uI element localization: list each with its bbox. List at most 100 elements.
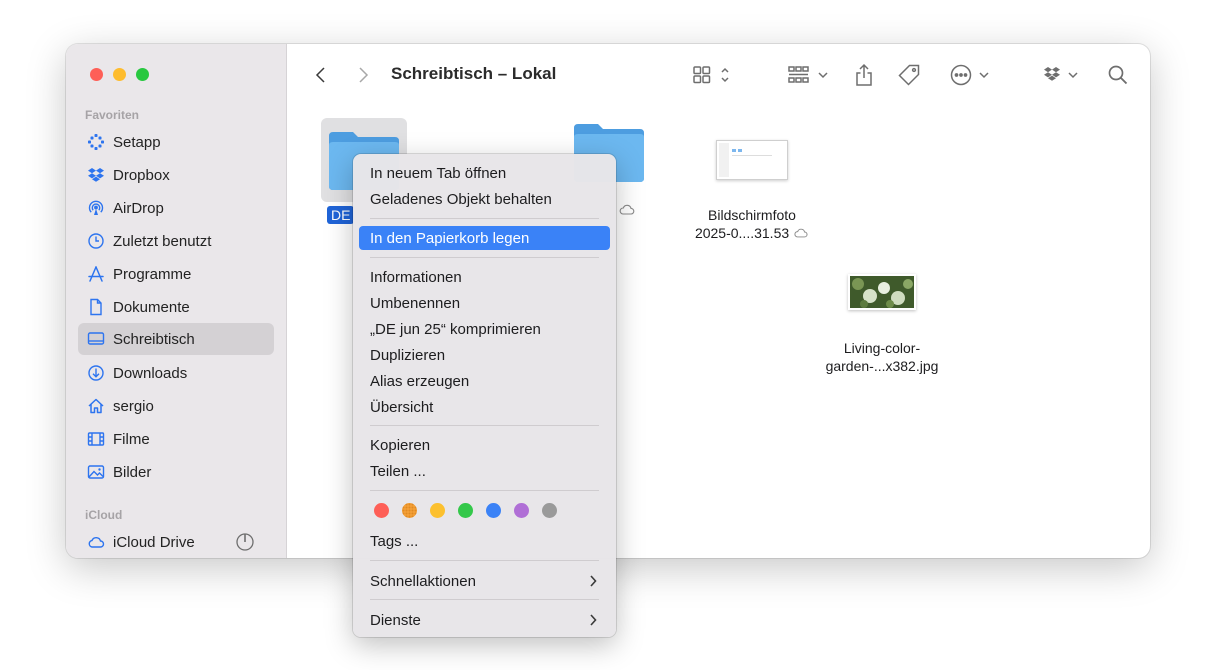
file-name-selected[interactable]: DE	[327, 206, 355, 224]
cloud-icon	[85, 531, 107, 553]
forward-icon	[359, 67, 369, 83]
group-icon	[788, 66, 828, 83]
tag-button[interactable]	[896, 62, 922, 88]
sidebar-item-label: Schreibtisch	[113, 330, 195, 348]
sidebar-item-downloads[interactable]: Downloads	[78, 357, 274, 389]
menu-separator	[370, 599, 599, 600]
tag-icon	[898, 64, 920, 86]
tag-green[interactable]	[458, 503, 473, 518]
file-label-screenshot[interactable]: Bildschirmfoto 2025-0....31.53	[674, 206, 830, 242]
menu-separator	[370, 560, 599, 561]
forward-button[interactable]	[352, 62, 374, 88]
menu-item-share[interactable]: Teilen ...	[359, 459, 610, 483]
context-menu: In neuem Tab öffnen Geladenes Objekt beh…	[353, 154, 616, 637]
menu-item-quick-look[interactable]: Übersicht	[359, 395, 610, 419]
chevron-right-icon	[590, 614, 597, 626]
menu-item-make-alias[interactable]: Alias erzeugen	[359, 369, 610, 393]
minimize-window-button[interactable]	[113, 68, 126, 81]
airdrop-icon	[85, 197, 107, 219]
sidebar-item-dropbox[interactable]: Dropbox	[78, 159, 274, 191]
grid-view-icon	[693, 66, 729, 84]
sidebar-item-label: AirDrop	[113, 199, 164, 217]
sidebar-item-setapp[interactable]: Setapp	[78, 126, 274, 158]
sidebar-item-label: iCloud Drive	[113, 533, 195, 551]
sidebar-item-label: Dropbox	[113, 166, 170, 184]
search-button[interactable]	[1106, 62, 1130, 88]
sidebar-item-label: Filme	[113, 430, 150, 448]
sidebar-item-label: sergio	[113, 397, 154, 415]
sidebar-item-label: Zuletzt benutzt	[113, 232, 212, 250]
sidebar-item-label: Bilder	[113, 463, 152, 481]
menu-item-tags[interactable]: Tags ...	[359, 529, 610, 553]
close-window-button[interactable]	[90, 68, 103, 81]
back-icon	[315, 67, 325, 83]
film-icon	[85, 428, 107, 450]
sidebar-item-airdrop[interactable]: AirDrop	[78, 192, 274, 224]
menu-item-keep-downloaded[interactable]: Geladenes Objekt behalten	[359, 187, 610, 211]
chevron-right-icon	[590, 575, 597, 587]
apps-icon	[85, 263, 107, 285]
dropbox-icon	[1044, 67, 1078, 81]
sidebar-item-desktop[interactable]: Schreibtisch	[78, 323, 274, 355]
menu-item-services[interactable]: Dienste	[359, 608, 610, 632]
share-button[interactable]	[852, 62, 876, 88]
more-actions-button[interactable]	[946, 62, 992, 88]
setapp-icon	[85, 131, 107, 153]
back-button[interactable]	[310, 62, 332, 88]
dropbox-toolbar-button[interactable]	[1042, 62, 1082, 88]
window-title: Schreibtisch – Lokal	[391, 64, 557, 83]
sidebar-item-movies[interactable]: Filme	[78, 423, 274, 455]
storage-progress-icon[interactable]	[236, 533, 254, 551]
sidebar-item-icloud-drive[interactable]: iCloud Drive	[78, 526, 274, 558]
file-label-image[interactable]: Living-color- garden-...x382.jpg	[812, 339, 952, 375]
desktop-icon	[85, 328, 107, 350]
sidebar-item-applications[interactable]: Programme	[78, 258, 274, 290]
search-icon	[1108, 65, 1128, 85]
menu-item-quick-actions[interactable]: Schnellaktionen	[359, 569, 610, 593]
menu-separator	[370, 425, 599, 426]
icloud-section-title: iCloud	[85, 508, 123, 522]
menu-item-copy[interactable]: Kopieren	[359, 433, 610, 457]
sidebar-item-label: Dokumente	[113, 298, 190, 316]
group-button[interactable]	[786, 62, 832, 88]
favorites-section-title: Favoriten	[85, 108, 140, 122]
menu-separator	[370, 490, 599, 491]
tag-red[interactable]	[374, 503, 389, 518]
share-icon	[856, 63, 872, 86]
tag-purple[interactable]	[514, 503, 529, 518]
menu-item-rename[interactable]: Umbenennen	[359, 291, 610, 315]
garden-photo-icon	[850, 276, 914, 308]
menu-item-compress[interactable]: „DE jun 25“ komprimieren	[359, 317, 610, 341]
sidebar: Favoriten Setapp Dropbox AirDrop Zuletzt…	[66, 44, 287, 558]
sidebar-item-label: Programme	[113, 265, 192, 283]
tag-yellow[interactable]	[430, 503, 445, 518]
tag-blue[interactable]	[486, 503, 501, 518]
cloud-status-icon	[619, 204, 635, 215]
sidebar-item-label: Downloads	[113, 364, 188, 382]
view-mode-button[interactable]	[690, 62, 734, 88]
menu-item-open-in-new-tab[interactable]: In neuem Tab öffnen	[359, 161, 610, 185]
menu-separator	[370, 218, 599, 219]
photo-icon	[85, 461, 107, 483]
dropbox-icon	[85, 164, 107, 186]
home-icon	[85, 395, 107, 417]
tag-gray[interactable]	[542, 503, 557, 518]
screenshot-thumbnail[interactable]	[716, 140, 788, 180]
sidebar-item-label: Setapp	[113, 133, 161, 151]
menu-separator	[370, 257, 599, 258]
zoom-window-button[interactable]	[136, 68, 149, 81]
menu-item-duplicate[interactable]: Duplizieren	[359, 343, 610, 367]
menu-item-get-info[interactable]: Informationen	[359, 265, 610, 289]
cloud-status-icon	[794, 228, 808, 238]
tag-orange[interactable]	[402, 503, 417, 518]
document-icon	[85, 296, 107, 318]
menu-item-move-to-trash[interactable]: In den Papierkorb legen	[359, 226, 610, 250]
download-icon	[85, 362, 107, 384]
image-thumbnail[interactable]	[848, 274, 916, 310]
sidebar-item-pictures[interactable]: Bilder	[78, 456, 274, 488]
sidebar-item-documents[interactable]: Dokumente	[78, 291, 274, 323]
sidebar-item-home[interactable]: sergio	[78, 390, 274, 422]
sidebar-item-recents[interactable]: Zuletzt benutzt	[78, 225, 274, 257]
more-icon	[950, 64, 989, 86]
clock-icon	[85, 230, 107, 252]
